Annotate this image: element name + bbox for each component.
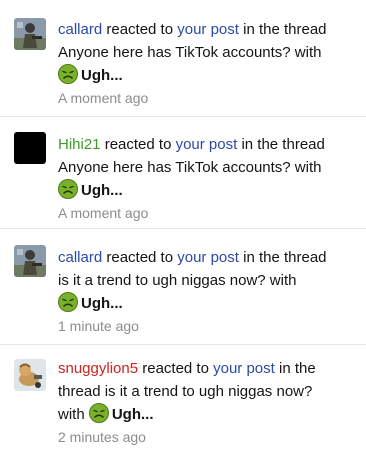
avatar[interactable] [14,18,46,50]
timestamp: A moment ago [58,90,149,106]
notification-item[interactable]: callard reacted to your post in the thre… [0,0,366,117]
thread-text: in the [274,360,316,377]
reaction-label: Ugh... [111,406,154,423]
action-text: reacted to [102,21,178,38]
thread-title: is it a trend to ugh niggas now? with [58,272,297,289]
thread-text: in the thread [237,136,325,153]
thread-text: in the thread [238,249,327,266]
timestamp: 2 minutes ago [58,429,146,445]
thread-title: Anyone here has TikTok accounts? with [58,159,322,176]
notification-list: callard reacted to your post in the thre… [0,0,366,465]
reaction-line: Ugh... [58,179,360,202]
username-link[interactable]: Hihi21 [58,136,101,153]
sick-face-icon [58,64,78,84]
sick-face-icon [58,179,78,199]
thread-title: thread is it a trend to ugh niggas now? [58,383,313,400]
reaction-label: Ugh... [81,295,123,312]
avatar[interactable] [14,245,46,277]
post-link[interactable]: your post [213,360,275,377]
notification-item[interactable]: Hihi21 reacted to your post in the threa… [0,117,366,229]
action-text: reacted to [100,136,176,153]
timestamp: A moment ago [58,205,149,221]
notification-text: snuggylion5 reacted to your post in the … [58,357,360,449]
thread-text: in the thread [238,21,327,38]
sick-face-icon [58,292,78,312]
post-link[interactable]: your post [177,249,239,266]
reaction-prefix: with [58,406,89,423]
reaction-line: Ugh... [58,64,360,87]
post-link[interactable]: your post [176,136,238,153]
post-link[interactable]: your post [177,21,239,38]
thread-title: Anyone here has TikTok accounts? with [58,44,322,61]
username-link[interactable]: callard [58,21,102,38]
action-text: reacted to [138,360,214,377]
sick-face-icon [88,403,109,423]
reaction-line: Ugh... [58,292,360,315]
notification-text: callard reacted to your post in the thre… [58,246,360,338]
reaction-line: with Ugh... [58,403,360,426]
avatar[interactable] [14,359,46,391]
reaction-label: Ugh... [81,182,123,199]
notification-text: callard reacted to your post in the thre… [58,18,360,110]
notification-text: Hihi21 reacted to your post in the threa… [58,133,360,225]
username-link[interactable]: callard [58,249,102,266]
timestamp: 1 minute ago [58,318,139,334]
avatar[interactable] [14,132,46,164]
notification-item[interactable]: snuggylion5 reacted to your post in the … [0,345,366,457]
reaction-label: Ugh... [81,67,123,84]
notification-item[interactable]: callard reacted to your post in the thre… [0,229,366,345]
action-text: reacted to [102,249,178,266]
username-link[interactable]: snuggylion5 [58,360,138,377]
